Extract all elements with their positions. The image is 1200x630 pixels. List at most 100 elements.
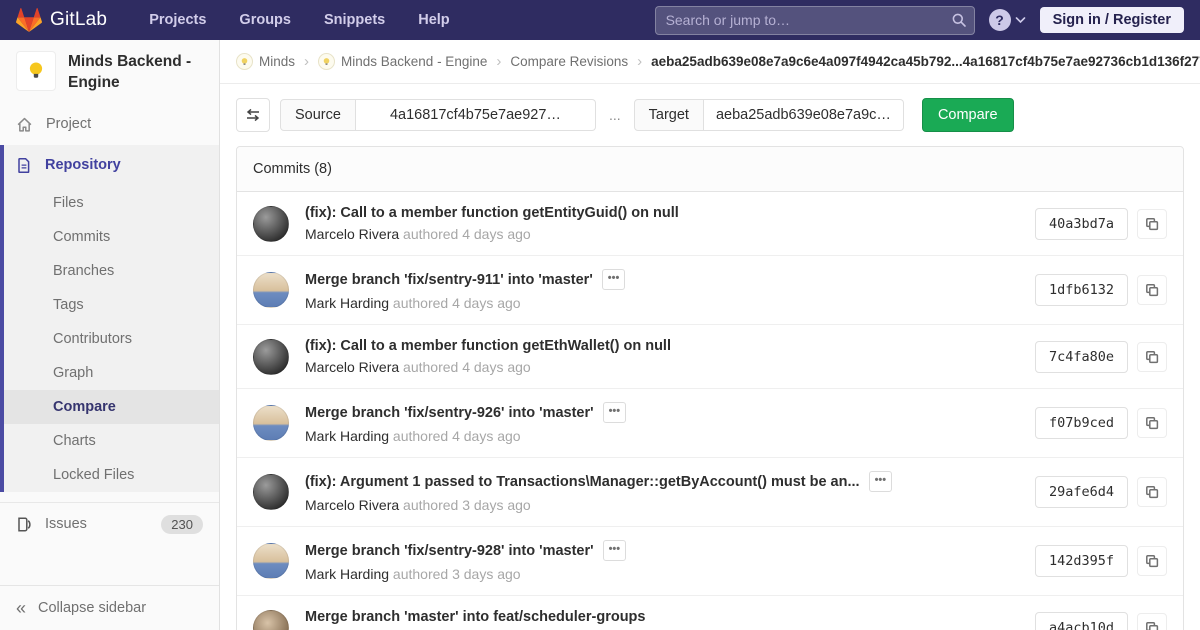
commit-sha-link[interactable]: 29afe6d4 [1034,476,1128,508]
commit-sha-link[interactable]: 1dfb6132 [1034,274,1128,306]
help-icon: ? [988,9,1011,31]
sign-in-register-button[interactable]: Sign in / Register [1039,7,1184,33]
lightbulb-icon [323,57,330,65]
commit-title-link[interactable]: (fix): Call to a member function getEthW… [305,338,671,354]
author-avatar[interactable] [253,272,289,308]
commits-panel: Commits (8) (fix): Call to a member func… [236,146,1184,630]
commit-authored-time: authored 4 days ago [403,226,531,242]
sidebar-item-locked-files[interactable]: Locked Files [4,458,219,492]
copy-sha-button[interactable] [1137,546,1167,576]
commit-sha-link[interactable]: 40a3bd7a [1034,207,1128,240]
help-menu[interactable]: ? [988,9,1026,31]
author-avatar[interactable] [253,405,289,441]
commit-title-link[interactable]: Merge branch 'fix/sentry-926' into 'mast… [305,405,594,421]
source-revision-dropdown[interactable]: 4a16817cf4b75e7ae927… [355,99,596,131]
commit-sha-link[interactable]: a4acb10d [1034,611,1128,630]
breadcrumb-separator: › [637,53,643,70]
sidebar-item-branches[interactable]: Branches [4,254,219,288]
commit-title-link[interactable]: (fix): Argument 1 passed to Transactions… [305,474,860,490]
target-revision-dropdown[interactable]: aeba25adb639e08e7a9c… [703,99,904,131]
commit-title: Merge branch 'fix/sentry-926' into 'mast… [305,402,1019,423]
sidebar-item-commits[interactable]: Commits [4,220,219,254]
commit-author-link[interactable]: Mark Harding [305,428,389,444]
sidebar-item-project[interactable]: Project [0,104,219,145]
commit-row: Merge branch 'fix/sentry-911' into 'mast… [237,256,1183,325]
sidebar-item-charts[interactable]: Charts [4,424,219,458]
commit-authored-time: authored 4 days ago [403,359,531,375]
commit-actions: 29afe6d4 [1034,476,1167,508]
breadcrumb-section[interactable]: Compare Revisions [510,54,628,69]
gitlab-brand[interactable]: GitLab [16,8,107,32]
sidebar-item-issues[interactable]: Issues 230 [0,501,219,546]
author-avatar[interactable] [253,543,289,579]
copy-sha-button[interactable] [1137,408,1167,438]
compare-button[interactable]: Compare [921,98,1014,132]
copy-sha-button[interactable] [1137,275,1167,305]
commit-title-link[interactable]: Merge branch 'fix/sentry-928' into 'mast… [305,543,594,559]
nav-link-projects[interactable]: Projects [149,12,206,28]
swap-revisions-button[interactable] [236,98,270,132]
breadcrumb-separator: › [496,53,502,70]
document-icon [18,157,30,173]
commit-info: (fix): Argument 1 passed to Transactions… [305,471,1019,513]
main-content: Minds › Minds Backend - Engine › Compare… [220,40,1200,630]
sidebar-item-label: Project [46,116,92,133]
project-context-header[interactable]: Minds Backend - Engine [0,40,219,104]
commit-title-link[interactable]: Merge branch 'fix/sentry-911' into 'mast… [305,272,593,288]
author-avatar[interactable] [253,338,289,375]
search-input[interactable] [654,5,975,35]
commit-actions: 40a3bd7a [1034,207,1167,240]
double-chevron-left-icon: « [16,598,27,618]
commit-meta: Mark Harding authored 4 days ago [305,295,1019,311]
commit-title-link[interactable]: (fix): Call to a member function getEnti… [305,205,679,221]
sidebar-item-compare[interactable]: Compare [4,389,219,424]
commit-meta: Mark Harding authored 3 days ago [305,566,1019,582]
sidebar-item-repository[interactable]: Repository [4,145,219,186]
commit-title: (fix): Call to a member function getEnti… [305,205,1019,221]
breadcrumb-group[interactable]: Minds [236,53,295,70]
commit-author-link[interactable]: Mark Harding [305,566,389,582]
nav-link-snippets[interactable]: Snippets [324,12,385,28]
commit-actions: 7c4fa80e [1034,340,1167,373]
commit-description-expander[interactable]: ••• [601,269,626,290]
commit-author-link[interactable]: Marcelo Rivera [305,497,399,513]
copy-icon [1146,217,1159,230]
commit-actions: 142d395f [1034,545,1167,577]
commit-author-link[interactable]: Mark Harding [305,295,389,311]
commit-title-link[interactable]: Merge branch 'master' into feat/schedule… [305,609,645,625]
issues-icon [18,517,31,532]
commit-sha-link[interactable]: 7c4fa80e [1034,340,1128,373]
home-icon [17,117,32,132]
gitlab-tanuki-icon [16,8,42,32]
project-avatar-small [318,53,336,70]
copy-sha-button[interactable] [1137,612,1167,630]
copy-sha-button[interactable] [1137,208,1167,239]
nav-link-help[interactable]: Help [418,12,449,28]
collapse-sidebar-button[interactable]: « Collapse sidebar [0,586,219,630]
copy-sha-button[interactable] [1137,341,1167,372]
commit-list: (fix): Call to a member function getEnti… [237,192,1183,630]
breadcrumb-project[interactable]: Minds Backend - Engine [318,53,487,70]
author-avatar[interactable] [253,205,289,242]
commit-author-link[interactable]: Marcelo Rivera [305,226,399,242]
sidebar-item-contributors[interactable]: Contributors [4,322,219,356]
group-avatar [236,53,253,70]
sidebar-item-files[interactable]: Files [4,186,219,220]
copy-icon [1146,486,1159,499]
copy-sha-button[interactable] [1137,477,1167,507]
commit-description-expander[interactable]: ••• [868,471,893,492]
commit-description-expander[interactable]: ••• [602,402,627,423]
commit-sha-link[interactable]: f07b9ced [1034,407,1128,439]
commit-authored-time: authored 4 days ago [392,428,521,444]
nav-link-groups[interactable]: Groups [239,12,291,28]
commit-sha-link[interactable]: 142d395f [1034,545,1128,577]
commit-row: Merge branch 'master' into feat/schedule… [237,596,1183,630]
commit-meta: Marcelo Rivera authored 4 days ago [305,359,1019,375]
sidebar-item-tags[interactable]: Tags [4,288,219,322]
commit-info: (fix): Call to a member function getEthW… [305,338,1019,375]
author-avatar[interactable] [253,474,289,510]
sidebar-item-graph[interactable]: Graph [4,356,219,390]
commit-author-link[interactable]: Marcelo Rivera [305,359,399,375]
commit-description-expander[interactable]: ••• [602,540,627,561]
author-avatar[interactable] [253,609,289,630]
